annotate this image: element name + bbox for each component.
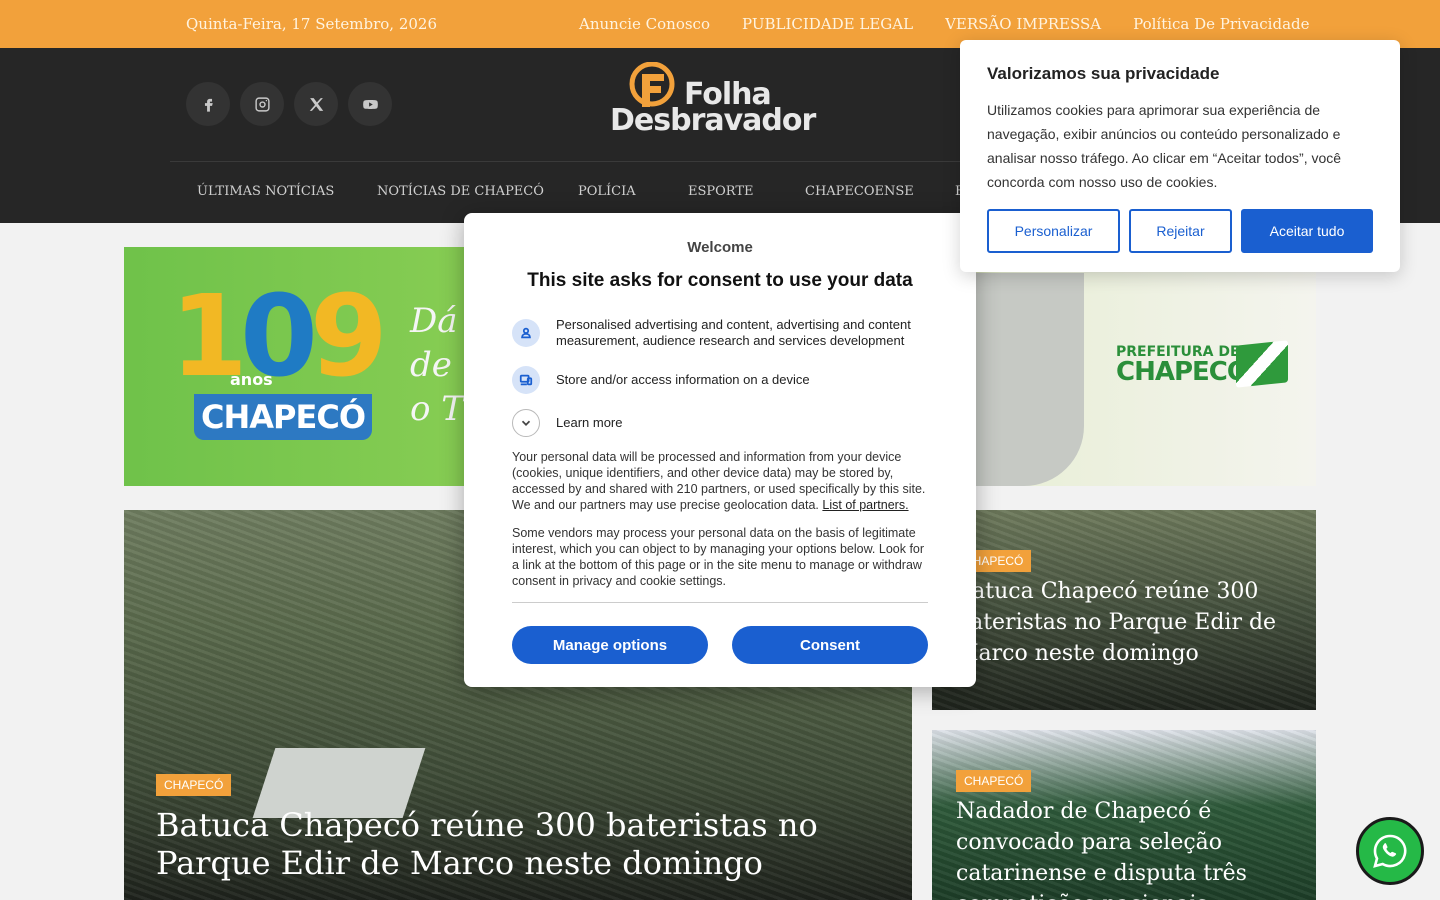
side-article[interactable]: CHAPECÓ Batuca Chapecó reúne 300 bateris…: [932, 510, 1316, 710]
facebook-button[interactable]: [186, 82, 230, 126]
nav-chapecoense[interactable]: CHAPECOENSE: [805, 184, 914, 199]
purpose-label: Store and/or access information on a dev…: [556, 372, 810, 387]
instagram-icon: [254, 96, 270, 112]
link-legal-publicity[interactable]: PUBLICIDADE LEGAL: [742, 15, 913, 33]
youtube-icon: [362, 99, 378, 109]
facebook-icon: [204, 98, 213, 112]
nav-police[interactable]: POLÍCIA: [578, 184, 636, 199]
customize-button[interactable]: Personalizar: [987, 209, 1120, 253]
article-headline[interactable]: Batuca Chapecó reúne 300 bateristas no P…: [956, 576, 1300, 669]
nav-latest-news[interactable]: ÚLTIMAS NOTÍCIAS: [197, 184, 334, 199]
dialog-welcome: Welcome: [687, 239, 753, 256]
banner-anos: anos: [230, 370, 273, 389]
learn-more-toggle[interactable]: Learn more: [512, 409, 932, 437]
top-links: Anuncie Conosco PUBLICIDADE LEGAL VERSÃO…: [579, 15, 1310, 33]
youtube-button[interactable]: [348, 82, 392, 126]
device-icon: [512, 366, 540, 394]
category-tag[interactable]: CHAPECÓ: [156, 774, 232, 796]
partners-link[interactable]: List of partners.: [822, 498, 908, 512]
legitimate-interest-text: Some vendors may process your personal d…: [512, 526, 925, 588]
cookie-text: Utilizamos cookies para aprimorar sua ex…: [987, 102, 1342, 190]
pref-line2: CHAPECÓ: [1116, 357, 1249, 387]
prefecture-logo: PREFEITURA DE CHAPECÓ: [1116, 345, 1249, 387]
cookie-title: Valorizamos sua privacidade: [987, 64, 1220, 83]
social-links: [186, 82, 392, 126]
chevron-down-icon: [512, 409, 540, 437]
purpose-personalised-ads: Personalised advertising and content, ad…: [512, 317, 932, 349]
current-date: Quinta-Feira, 17 Setembro, 2026: [186, 15, 438, 33]
nav-sports[interactable]: ESPORTE: [688, 184, 754, 199]
x-icon: [309, 97, 323, 111]
data-processing-text: Your personal data will be processed and…: [512, 449, 928, 513]
flag-icon: [1236, 340, 1288, 388]
article-headline[interactable]: Batuca Chapecó reúne 300 bateristas no P…: [156, 806, 876, 882]
link-advertise[interactable]: Anuncie Conosco: [579, 15, 710, 33]
link-privacy-policy[interactable]: Política De Privacidade: [1133, 15, 1309, 33]
x-button[interactable]: [294, 82, 338, 126]
site-logo[interactable]: Folha Desbravador: [608, 62, 834, 140]
banner-digit: 9: [309, 272, 388, 402]
learn-more-label: Learn more: [556, 415, 623, 430]
whatsapp-button[interactable]: [1356, 817, 1424, 885]
nav-chapeco-news[interactable]: NOTÍCIAS DE CHAPECÓ: [377, 184, 544, 199]
reject-button[interactable]: Rejeitar: [1129, 209, 1232, 253]
banner-city: CHAPECÓ: [194, 394, 372, 440]
dialog-title: This site asks for consent to use your d…: [527, 270, 913, 291]
instagram-button[interactable]: [240, 82, 284, 126]
consent-button[interactable]: Consent: [732, 626, 928, 664]
article-headline[interactable]: Nadador de Chapecó é convocado para sele…: [956, 796, 1300, 900]
link-print-version[interactable]: VERSÃO IMPRESSA: [945, 15, 1101, 33]
manage-options-button[interactable]: Manage options: [512, 626, 708, 664]
category-tag[interactable]: CHAPECÓ: [956, 770, 1032, 792]
banner-number: 109: [170, 281, 388, 393]
side-article[interactable]: CHAPECÓ Nadador de Chapecó é convocado p…: [932, 730, 1316, 900]
person-icon: [512, 319, 540, 347]
banner-shape: [964, 273, 1084, 486]
cookie-banner: Valorizamos sua privacidade Utilizamos c…: [960, 40, 1400, 272]
divider: [512, 602, 928, 603]
purpose-device-storage: Store and/or access information on a dev…: [512, 366, 932, 394]
whatsapp-icon: [1373, 834, 1407, 868]
consent-dialog: Welcome This site asks for consent to us…: [464, 213, 976, 687]
logo-text-line2: Desbravador: [610, 103, 816, 138]
accept-all-button[interactable]: Aceitar tudo: [1241, 209, 1373, 253]
purpose-label: Personalised advertising and content, ad…: [556, 317, 911, 348]
